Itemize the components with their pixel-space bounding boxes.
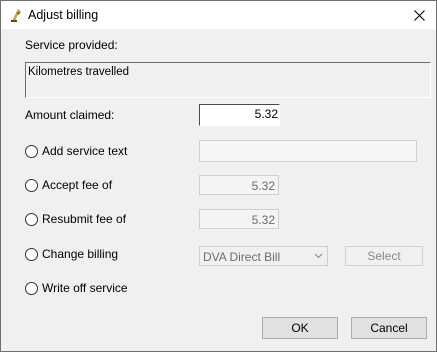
cancel-button[interactable]: Cancel [351, 317, 427, 339]
add-service-text-label: Add service text [42, 144, 128, 158]
ok-button[interactable]: OK [262, 317, 338, 339]
accept-fee-label: Accept fee of [42, 178, 113, 192]
select-button[interactable]: Select [345, 246, 423, 266]
accept-fee-radio[interactable]: Accept fee of [25, 177, 112, 193]
resubmit-fee-label: Resubmit fee of [42, 212, 127, 226]
service-provided-field: Kilometres travelled [25, 62, 431, 98]
window-title: Adjust billing [28, 8, 99, 22]
radio-circle[interactable] [25, 281, 38, 295]
billing-type-value: DVA Direct Bill [203, 250, 281, 264]
amount-claimed-field[interactable]: 5.32 [199, 104, 280, 126]
title-bar: Adjust billing [1, 1, 436, 29]
write-off-radio[interactable]: Write off service [25, 280, 128, 296]
resubmit-fee-field[interactable]: 5.32 [199, 209, 279, 229]
amount-claimed-label: Amount claimed: [25, 108, 115, 122]
add-service-text-radio[interactable]: Add service text [25, 143, 127, 159]
amount-claimed-value: 5.32 [254, 107, 278, 121]
resubmit-fee-value: 5.32 [251, 213, 275, 227]
app-icon [9, 7, 23, 23]
accept-fee-value: 5.32 [251, 179, 275, 193]
close-icon [413, 9, 425, 21]
change-billing-label: Change billing [42, 247, 119, 261]
service-provided-value: Kilometres travelled [28, 66, 129, 78]
change-billing-radio[interactable]: Change billing [25, 246, 118, 262]
write-off-label: Write off service [42, 281, 128, 295]
adjust-billing-dialog: Adjust billing Service provided: Kilomet… [0, 0, 437, 352]
accept-fee-field[interactable]: 5.32 [199, 175, 279, 195]
billing-type-dropdown[interactable]: DVA Direct Bill [199, 246, 328, 266]
chevron-down-icon [314, 253, 323, 259]
radio-circle[interactable] [25, 178, 38, 192]
service-text-field[interactable] [199, 140, 417, 162]
resubmit-fee-radio[interactable]: Resubmit fee of [25, 211, 126, 227]
service-provided-label: Service provided: [25, 38, 118, 52]
radio-circle[interactable] [25, 247, 38, 261]
close-button[interactable] [402, 1, 436, 29]
radio-circle[interactable] [25, 144, 38, 158]
radio-circle[interactable] [25, 212, 38, 226]
